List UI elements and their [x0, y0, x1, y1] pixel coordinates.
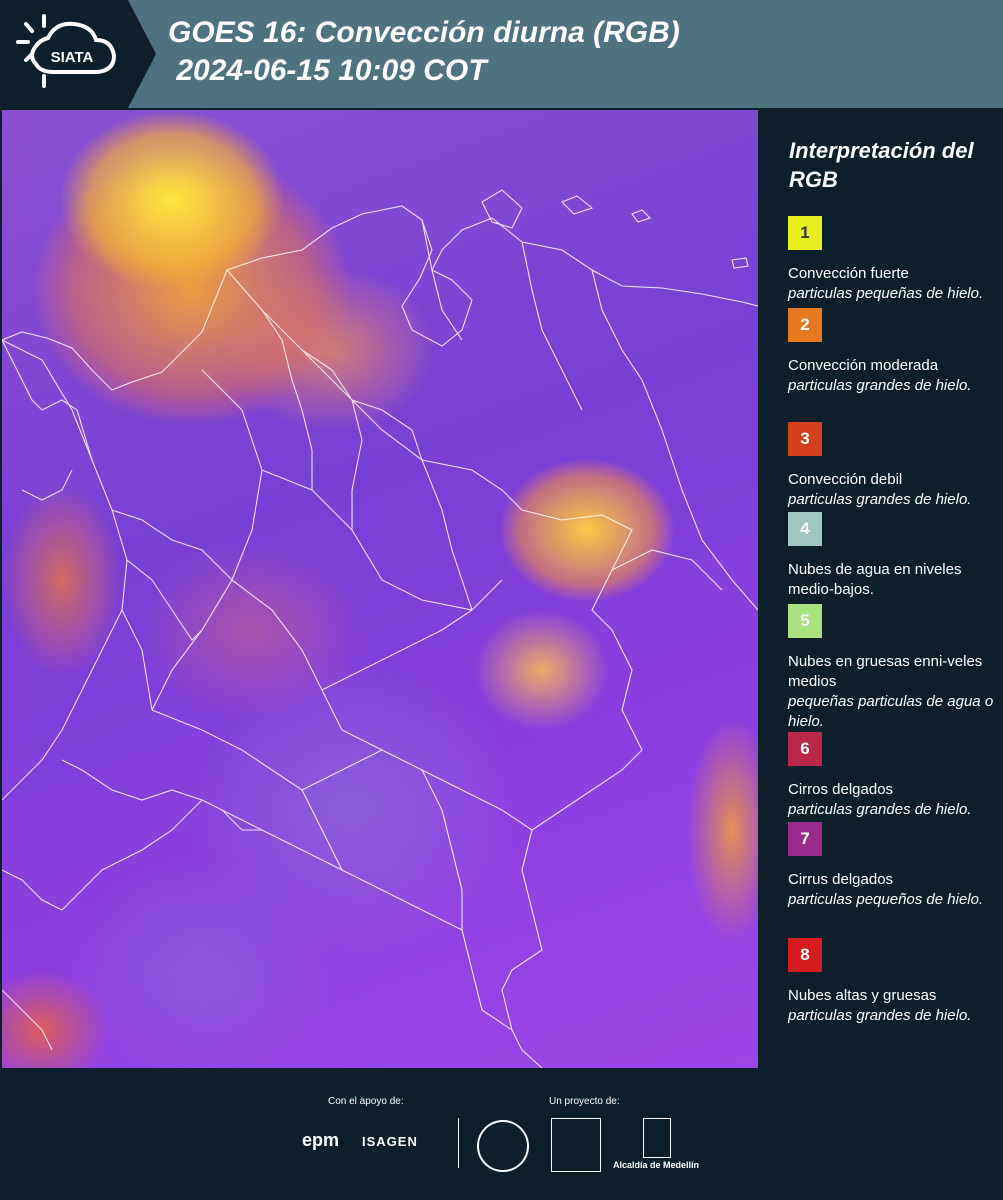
legend-panel: Interpretación del RGB 1 Convección fuert… — [760, 110, 1003, 1068]
support-label: Con el apoyo de: — [328, 1096, 404, 1107]
legend-title: Interpretación del RGB — [789, 138, 974, 192]
legend-item-label: Cirros delgados — [788, 781, 894, 798]
legend-swatch: 2 — [788, 308, 822, 342]
legend-item-label: Convección moderada — [788, 357, 939, 374]
header-arrow — [128, 0, 156, 108]
legend-item: 3 Convección debil particulas grandes de h… — [788, 422, 998, 510]
legend-item-label: Convección debil — [788, 471, 903, 488]
logo-text: SIATA — [51, 49, 94, 66]
alcaldia-crest-icon — [643, 1118, 671, 1158]
legend-item-label: Cirrus delgados — [788, 871, 894, 888]
siata-logo: SIATA — [0, 0, 128, 108]
border-outlines — [2, 189, 758, 1068]
legend-item-desc: pequeñas particulas de agua o hielo. — [788, 693, 994, 730]
sun-cloud-icon: SIATA — [16, 14, 117, 88]
legend-item-desc: particulas grandes de hielo. — [788, 491, 972, 508]
project-label: Un proyecto de: — [549, 1096, 620, 1107]
legend-swatch: 7 — [788, 822, 822, 856]
legend-swatch: 1 — [788, 216, 822, 250]
satellite-image — [2, 110, 758, 1068]
legend-swatch: 6 — [788, 732, 822, 766]
page-title: GOES 16: Convección diurna (RGB) 2024-06… — [168, 16, 680, 87]
legend-item-desc: particulas grandes de hielo. — [788, 1007, 972, 1024]
legend-item-label: Convección fuerte — [788, 265, 909, 282]
area-metropolitana-logo-icon — [551, 1118, 601, 1172]
legend-item: 5 Nubes en gruesas enni-veles medios peque… — [788, 604, 998, 732]
header-bar: SIATA GOES 16: Convección diurna (RGB) 2… — [0, 0, 1003, 108]
legend-item: 2 Convección moderada particulas grandes d… — [788, 308, 998, 396]
legend-swatch: 4 — [788, 512, 822, 546]
legend-item-desc: particulas pequeñas de hielo. — [788, 285, 984, 302]
legend-swatch: 5 — [788, 604, 822, 638]
isagen-logo: ISAGEN — [362, 1134, 418, 1149]
alcaldia-label: Alcaldía de Medellín — [613, 1160, 700, 1170]
medellin-seal-icon — [477, 1120, 529, 1172]
legend-item: 1 Convección fuerte particulas pequeñas de… — [788, 216, 998, 304]
legend-item: 7 Cirrus delgados particulas pequeños de h… — [788, 822, 998, 910]
legend-item: 6 Cirros delgados particulas grandes de hi… — [788, 732, 998, 820]
legend-swatch: 3 — [788, 422, 822, 456]
legend-item-desc: particulas pequeños de hielo. — [788, 891, 984, 908]
epm-logo: epm — [302, 1130, 340, 1150]
legend-item-desc: particulas grandes de hielo. — [788, 377, 972, 394]
legend-item-label: Nubes de agua en niveles medio-bajos. — [788, 561, 962, 598]
legend-item-label: Nubes en gruesas enni-veles medios — [788, 653, 983, 690]
footer-divider — [458, 1118, 459, 1168]
legend-swatch: 8 — [788, 938, 822, 972]
legend-item-label: Nubes altas y gruesas — [788, 987, 937, 1004]
legend-item: 8 Nubes altas y gruesas particulas grandes… — [788, 938, 998, 1026]
legend-item-desc: particulas grandes de hielo. — [788, 801, 972, 818]
footer: Con el apoyo de: Un proyecto de: epm ISA… — [0, 1068, 1003, 1200]
legend-item: 4 Nubes de agua en niveles medio-bajos. — [788, 512, 998, 600]
